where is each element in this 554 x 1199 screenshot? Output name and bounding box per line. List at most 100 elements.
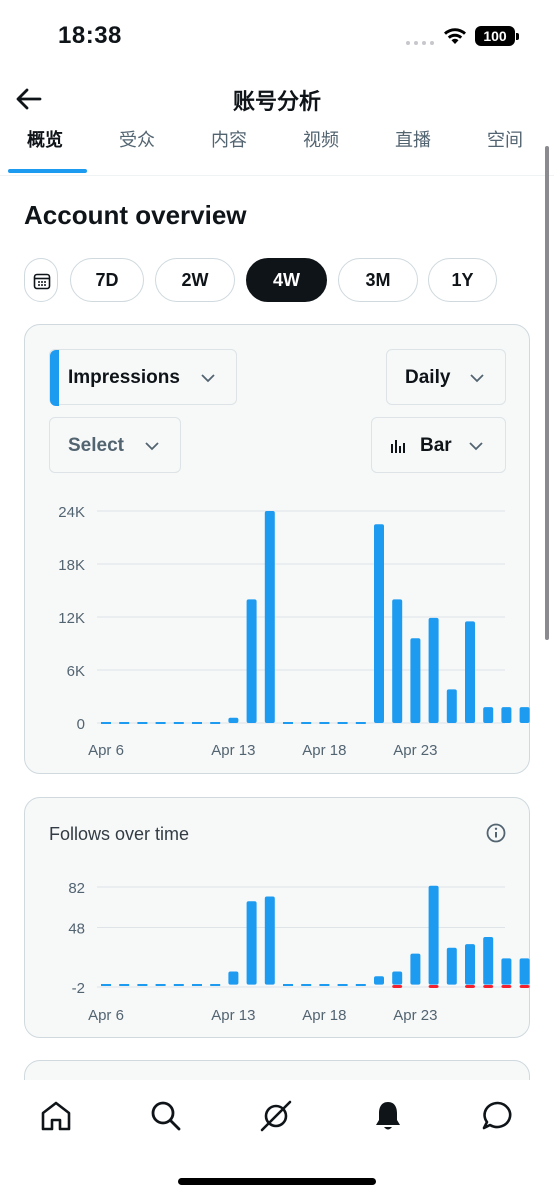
bell-icon[interactable] xyxy=(370,1098,406,1134)
bar xyxy=(374,524,384,723)
bar xyxy=(101,722,111,724)
x-tick-label: Apr 13 xyxy=(211,1007,255,1024)
bar xyxy=(428,985,439,988)
cellular-signal-icon xyxy=(406,41,434,45)
header: 账号分析 xyxy=(0,78,554,118)
tab-video[interactable]: 视频 xyxy=(303,126,339,152)
bar xyxy=(355,722,366,724)
search-icon[interactable] xyxy=(148,1098,184,1134)
y-tick-label: 48 xyxy=(68,920,85,937)
bar xyxy=(392,985,403,988)
bar xyxy=(301,984,312,986)
bar xyxy=(483,985,494,988)
bar xyxy=(519,985,530,988)
bar xyxy=(428,617,439,723)
battery-indicator: 100 xyxy=(475,26,519,46)
bar xyxy=(501,707,512,723)
bar xyxy=(483,707,494,723)
bar xyxy=(119,984,130,986)
y-tick-label: 18K xyxy=(58,557,85,574)
x-tick-label: Apr 18 xyxy=(302,1007,346,1024)
home-indicator xyxy=(178,1178,376,1185)
y-tick-label: 24K xyxy=(58,504,85,521)
bar xyxy=(283,722,293,724)
y-tick-label: 82 xyxy=(68,880,85,897)
bar xyxy=(392,599,403,723)
bar xyxy=(410,638,421,723)
tab-overview[interactable]: 概览 xyxy=(27,126,63,152)
bar xyxy=(446,947,457,985)
tab-audience[interactable]: 受众 xyxy=(119,126,155,152)
page-title: 账号分析 xyxy=(232,89,321,114)
bar xyxy=(501,958,512,985)
bar xyxy=(301,722,312,724)
bar xyxy=(374,976,384,985)
grok-icon[interactable] xyxy=(258,1098,294,1134)
bar xyxy=(228,717,239,723)
x-tick-label: Apr 6 xyxy=(88,742,124,759)
range-selector: 7D 2W 4W 3M 1Y xyxy=(0,256,554,304)
calendar-icon xyxy=(33,273,51,290)
bar xyxy=(210,984,221,986)
scrollbar[interactable] xyxy=(545,146,549,640)
y-tick-label: 0 xyxy=(77,716,85,733)
bar xyxy=(192,722,202,724)
x-tick-label: Apr 6 xyxy=(88,1007,124,1024)
bar xyxy=(519,958,530,985)
bar xyxy=(319,722,330,724)
calendar-button[interactable] xyxy=(24,258,58,302)
impressions-chart: 0 6K 12K 18K 24K Apr 6 Apr 13 Apr 18 Apr 23 xyxy=(58,504,530,759)
bar xyxy=(483,937,494,985)
bar xyxy=(519,707,530,723)
bar xyxy=(173,984,184,986)
follows-chart: -2 48 82 Apr 6 Apr 13 Apr 18 Apr 23 xyxy=(68,880,530,1024)
bar xyxy=(119,722,130,724)
x-tick-label: Apr 13 xyxy=(211,742,255,759)
range-4w-button[interactable]: 4W xyxy=(246,258,327,302)
y-tick-label: 12K xyxy=(58,610,85,627)
wifi-icon xyxy=(444,28,466,44)
bar xyxy=(228,971,239,985)
x-tick-label: Apr 23 xyxy=(393,1007,437,1024)
bar xyxy=(355,984,366,986)
bar xyxy=(137,722,148,724)
impressions-card: Impressions Daily Select Bar 0 6K 12K 18K 24… xyxy=(24,324,530,774)
follows-card: Follows over time -2 48 82 Apr 6 Apr 13 Apr 1… xyxy=(24,797,530,1038)
bar xyxy=(173,722,184,724)
message-icon[interactable] xyxy=(480,1098,516,1134)
tab-live[interactable]: 直播 xyxy=(395,126,431,152)
bar xyxy=(392,971,403,985)
x-tick-label: Apr 18 xyxy=(302,742,346,759)
bar xyxy=(283,984,293,986)
bar xyxy=(337,722,348,724)
tab-content[interactable]: 内容 xyxy=(211,126,247,152)
range-7d-button[interactable]: 7D xyxy=(70,258,144,302)
section-title: Account overview xyxy=(24,200,247,230)
bar xyxy=(210,722,221,724)
bar xyxy=(337,984,348,986)
bar xyxy=(101,984,111,986)
bar xyxy=(446,689,457,723)
bar xyxy=(155,984,166,986)
tab-indicator xyxy=(8,169,87,173)
range-1y-button[interactable]: 1Y xyxy=(428,258,497,302)
bottom-nav xyxy=(0,1088,554,1144)
bar xyxy=(465,621,475,723)
bar xyxy=(465,985,475,988)
home-icon[interactable] xyxy=(38,1098,74,1134)
bar xyxy=(246,599,257,723)
status-bar: 18:38 100 xyxy=(0,0,554,70)
range-2w-button[interactable]: 2W xyxy=(155,258,235,302)
bar xyxy=(137,984,148,986)
bar xyxy=(155,722,166,724)
bar xyxy=(192,984,202,986)
y-tick-label: -2 xyxy=(72,980,85,997)
bar xyxy=(501,985,512,988)
bar xyxy=(319,984,330,986)
bar xyxy=(264,896,275,985)
status-time: 18:38 xyxy=(58,22,122,49)
bar xyxy=(465,944,475,985)
range-3m-button[interactable]: 3M xyxy=(338,258,418,302)
y-tick-label: 6K xyxy=(67,663,85,680)
tab-spaces[interactable]: 空间 xyxy=(487,126,523,152)
